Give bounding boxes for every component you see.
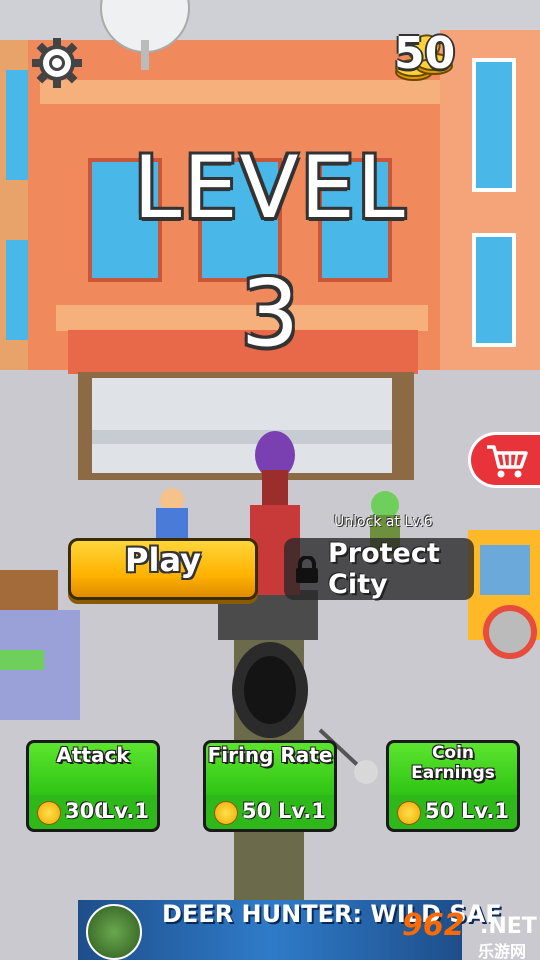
level-title: LEVEL: [133, 138, 407, 238]
shopping-cart-icon: [487, 445, 528, 478]
coin-icon: [214, 801, 238, 825]
gear-icon[interactable]: [28, 34, 86, 92]
coin-count: 50: [394, 28, 456, 79]
protect-city-label: Protect City: [328, 538, 440, 600]
play-button[interactable]: Play: [68, 538, 258, 600]
upgrade-title: Attack: [29, 743, 157, 795]
protect-city-button[interactable]: Protect City: [284, 538, 474, 600]
upgrade-attack-card[interactable]: Attack 300 Lv.1: [26, 740, 160, 832]
ad-thumbnail: [86, 904, 142, 960]
coin-icon: [397, 801, 421, 825]
lock-icon: [296, 556, 318, 583]
upgrade-level: Lv.1: [101, 799, 149, 823]
upgrade-level: Lv.1: [461, 799, 509, 823]
upgrade-level: Lv.1: [278, 799, 326, 823]
upgrade-firing-rate-card[interactable]: Firing Rate 50 Lv.1: [203, 740, 337, 832]
top-hud: 50: [0, 0, 540, 110]
level-number: 3: [240, 260, 300, 367]
watermark-cn-text: 乐游网: [478, 942, 527, 961]
watermark-domain: .NET: [480, 914, 537, 939]
shop-button[interactable]: [468, 432, 540, 488]
upgrade-title: Coin Earnings: [389, 743, 517, 795]
coin-icon: [37, 801, 61, 825]
upgrade-title: Firing Rate: [206, 743, 334, 795]
play-button-label: Play: [125, 541, 201, 579]
upgrade-cost: 50: [242, 799, 272, 823]
upgrade-cost: 50: [425, 799, 455, 823]
site-watermark: 962 .NET 乐游网: [400, 906, 540, 961]
upgrade-coin-earnings-card[interactable]: Coin Earnings 50 Lv.1: [386, 740, 520, 832]
protect-unlock-note: Unlock at Lv.6: [334, 514, 433, 530]
watermark-number: 962: [402, 908, 465, 943]
